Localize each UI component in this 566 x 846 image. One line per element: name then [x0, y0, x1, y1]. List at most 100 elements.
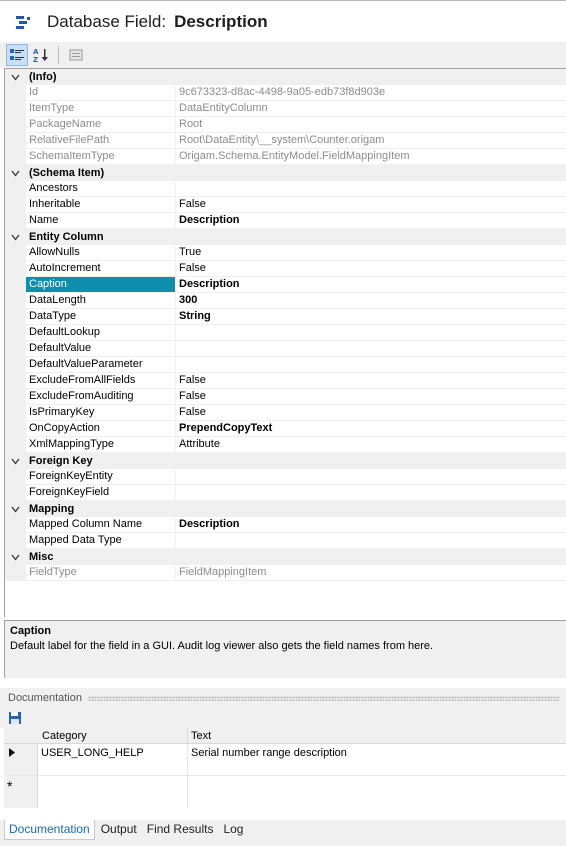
- property-row-ancestors[interactable]: Ancestors: [5, 181, 566, 197]
- table-row[interactable]: USER_LONG_HELP Serial number range descri…: [4, 744, 566, 776]
- category-mapping[interactable]: Mapping: [5, 501, 566, 517]
- property-row-mapped-data-type[interactable]: Mapped Data Type: [5, 533, 566, 549]
- property-value[interactable]: Description: [176, 517, 566, 533]
- property-name[interactable]: IsPrimaryKey: [26, 405, 176, 421]
- property-name[interactable]: ForeignKeyEntity: [26, 469, 176, 485]
- property-row-mapped-column-name[interactable]: Mapped Column Name Description: [5, 517, 566, 533]
- property-row-foreignkeyfield[interactable]: ForeignKeyField: [5, 485, 566, 501]
- property-row-defaultvalue[interactable]: DefaultValue: [5, 341, 566, 357]
- property-value[interactable]: [176, 341, 566, 357]
- collapse-icon[interactable]: [5, 453, 26, 469]
- new-row[interactable]: *: [4, 776, 566, 808]
- column-header-category[interactable]: Category: [38, 728, 188, 743]
- collapse-icon[interactable]: [5, 501, 26, 517]
- property-name[interactable]: Mapped Column Name: [26, 517, 176, 533]
- property-name[interactable]: RelativeFilePath: [26, 133, 176, 149]
- property-row-autoincrement[interactable]: AutoIncrement False: [5, 261, 566, 277]
- row-header[interactable]: [4, 744, 38, 775]
- collapse-icon[interactable]: [5, 165, 26, 181]
- property-row-itemtype[interactable]: ItemType DataEntityColumn: [5, 101, 566, 117]
- property-value[interactable]: False: [176, 389, 566, 405]
- property-value[interactable]: False: [176, 261, 566, 277]
- panel-grip[interactable]: [88, 695, 560, 701]
- property-name[interactable]: DataLength: [26, 293, 176, 309]
- documentation-grid[interactable]: Category Text USER_LONG_HELP Serial numbe…: [4, 728, 566, 810]
- property-value[interactable]: False: [176, 373, 566, 389]
- category-schema-item[interactable]: (Schema Item): [5, 165, 566, 181]
- property-name[interactable]: Id: [26, 85, 176, 101]
- property-value[interactable]: 300: [176, 293, 566, 309]
- property-name[interactable]: PackageName: [26, 117, 176, 133]
- tab-documentation[interactable]: Documentation: [4, 820, 95, 840]
- property-name[interactable]: DefaultLookup: [26, 325, 176, 341]
- category-foreign-key[interactable]: Foreign Key: [5, 453, 566, 469]
- property-name[interactable]: DataType: [26, 309, 176, 325]
- category-entity-column[interactable]: Entity Column: [5, 229, 566, 245]
- property-row-xmlmappingtype[interactable]: XmlMappingType Attribute: [5, 437, 566, 453]
- property-row-schemaitemtype[interactable]: SchemaItemType Origam.Schema.EntityModel.…: [5, 149, 566, 165]
- property-name[interactable]: Ancestors: [26, 181, 176, 197]
- property-row-inheritable[interactable]: Inheritable False: [5, 197, 566, 213]
- collapse-icon[interactable]: [5, 69, 26, 85]
- property-row-id[interactable]: Id 9c673323-d8ac-4498-9a05-edb73f8d903e: [5, 85, 566, 101]
- tab-output[interactable]: Output: [97, 820, 141, 839]
- property-name[interactable]: OnCopyAction: [26, 421, 176, 437]
- property-value[interactable]: Attribute: [176, 437, 566, 453]
- collapse-icon[interactable]: [5, 229, 26, 245]
- category-cell[interactable]: USER_LONG_HELP: [38, 744, 188, 775]
- property-value[interactable]: PrependCopyText: [176, 421, 566, 437]
- property-name[interactable]: XmlMappingType: [26, 437, 176, 453]
- property-row-oncopyaction[interactable]: OnCopyAction PrependCopyText: [5, 421, 566, 437]
- property-row-datalength[interactable]: DataLength 300: [5, 293, 566, 309]
- property-name[interactable]: DefaultValue: [26, 341, 176, 357]
- property-value[interactable]: [176, 469, 566, 485]
- property-name[interactable]: AutoIncrement: [26, 261, 176, 277]
- property-value[interactable]: [176, 181, 566, 197]
- property-row-foreignkeyentity[interactable]: ForeignKeyEntity: [5, 469, 566, 485]
- sort-alphabetical-button[interactable]: A Z: [30, 44, 52, 66]
- property-row-caption[interactable]: Caption Description: [5, 277, 566, 293]
- save-icon[interactable]: [8, 711, 22, 725]
- tab-find-results[interactable]: Find Results: [143, 820, 218, 839]
- property-name[interactable]: ForeignKeyField: [26, 485, 176, 501]
- property-pages-button[interactable]: [65, 44, 87, 66]
- text-cell[interactable]: Serial number range description: [188, 744, 566, 775]
- property-name[interactable]: ItemType: [26, 101, 176, 117]
- property-name[interactable]: SchemaItemType: [26, 149, 176, 165]
- property-value[interactable]: String: [176, 309, 566, 325]
- property-row-name[interactable]: Name Description: [5, 213, 566, 229]
- property-name[interactable]: AllowNulls: [26, 245, 176, 261]
- property-row-isprimarykey[interactable]: IsPrimaryKey False: [5, 405, 566, 421]
- column-header-text[interactable]: Text: [188, 728, 566, 743]
- property-name[interactable]: Mapped Data Type: [26, 533, 176, 549]
- property-row-excludefromauditing[interactable]: ExcludeFromAuditing False: [5, 389, 566, 405]
- property-name[interactable]: Inheritable: [26, 197, 176, 213]
- property-row-defaultvalueparameter[interactable]: DefaultValueParameter: [5, 357, 566, 373]
- categorized-button[interactable]: [6, 44, 28, 66]
- property-value[interactable]: [176, 325, 566, 341]
- property-name[interactable]: Name: [26, 213, 176, 229]
- property-name[interactable]: FieldType: [26, 565, 176, 581]
- category-info[interactable]: (Info): [5, 69, 566, 85]
- property-grid[interactable]: (Info) Id 9c673323-d8ac-4498-9a05-edb73f8d…: [4, 68, 566, 617]
- property-value[interactable]: False: [176, 405, 566, 421]
- property-value[interactable]: Description: [176, 277, 566, 293]
- property-row-allownulls[interactable]: AllowNulls True: [5, 245, 566, 261]
- property-row-defaultlookup[interactable]: DefaultLookup: [5, 325, 566, 341]
- property-row-fieldtype[interactable]: FieldType FieldMappingItem: [5, 565, 566, 581]
- property-name[interactable]: ExcludeFromAuditing: [26, 389, 176, 405]
- tab-log[interactable]: Log: [219, 820, 247, 839]
- property-value[interactable]: [176, 357, 566, 373]
- property-value[interactable]: True: [176, 245, 566, 261]
- property-value[interactable]: Description: [176, 213, 566, 229]
- collapse-icon[interactable]: [5, 549, 26, 565]
- property-value[interactable]: [176, 533, 566, 549]
- property-row-packagename[interactable]: PackageName Root: [5, 117, 566, 133]
- new-row-text-cell[interactable]: [188, 776, 566, 808]
- property-name[interactable]: DefaultValueParameter: [26, 357, 176, 373]
- property-row-excludefromallfields[interactable]: ExcludeFromAllFields False: [5, 373, 566, 389]
- category-misc[interactable]: Misc: [5, 549, 566, 565]
- property-value[interactable]: [176, 485, 566, 501]
- property-name[interactable]: ExcludeFromAllFields: [26, 373, 176, 389]
- property-row-relativefilepath[interactable]: RelativeFilePath Root\DataEntity\__system…: [5, 133, 566, 149]
